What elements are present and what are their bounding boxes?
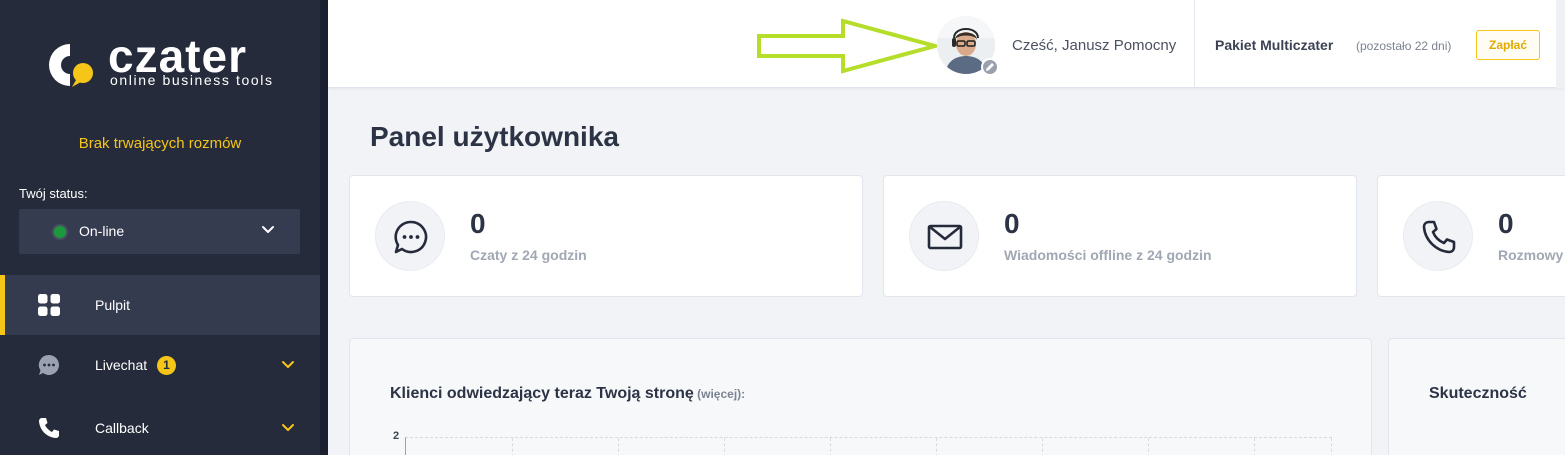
stat-icon-wrapper [375,201,445,271]
stat-icon-wrapper [909,201,979,271]
chart-gridline [512,438,513,455]
chat-bubble-icon [394,220,428,254]
sidebar-edge [320,0,328,455]
phone-icon [39,418,59,438]
stat-value: 0 [1004,208,1020,239]
chevron-down-icon [262,226,274,233]
czater-logo[interactable]: czater online business tools [42,30,292,90]
status-value: On-line [79,223,125,239]
chart-gridline [830,438,831,455]
sidebar-item-pulpit[interactable]: Pulpit [0,275,320,335]
status-dropdown[interactable]: On-line [19,209,300,254]
stat-card-calls: 0 Rozmowy [1377,175,1565,297]
visitors-panel-title: Klienci odwiedzający teraz Twoją stronę … [390,385,745,403]
user-greeting: Cześć, Janusz Pomocny [1012,37,1177,54]
page-title: Panel użytkownika [370,121,619,152]
stat-card-offline-messages: 0 Wiadomości offline z 24 godzin [883,175,1357,297]
status-label: Twój status: [19,186,88,201]
sidebar-item-label: Pulpit [95,297,131,313]
sidebar-item-livechat[interactable]: Livechat 1 [0,335,320,395]
chat-bubble-icon [38,354,59,375]
chart-gridline [618,438,619,455]
stat-label: Rozmowy [1498,247,1564,263]
stat-value: 0 [1498,208,1514,239]
sidebar-item-label: Livechat [95,357,148,373]
livechat-count-badge: 1 [157,356,176,375]
brand-tagline: online business tools [110,72,274,88]
divider [1194,0,1195,88]
stat-card-chats: 0 Czaty z 24 godzin [349,175,863,297]
dashboard-grid-icon [38,294,60,316]
stat-icon-wrapper [1403,201,1473,271]
effectiveness-panel-title: Skuteczność [1429,385,1527,402]
edit-avatar-button[interactable] [981,58,999,76]
chevron-down-icon [282,361,294,368]
online-status-dot [54,226,66,238]
scrollbar[interactable] [1556,0,1565,88]
stat-label: Czaty z 24 godzin [470,247,587,263]
chart-y-axis-tick: 2 [393,430,400,442]
czater-logo-icon [49,44,93,87]
stat-label: Wiadomości offline z 24 godzin [1004,247,1212,263]
sidebar-item-callback[interactable]: Callback [0,398,320,455]
chart-gridline [1148,438,1149,455]
package-name: Pakiet Multiczater [1215,37,1334,53]
stat-value: 0 [470,208,486,239]
pay-button[interactable]: Zapłać [1476,30,1540,60]
chart-gridline [724,438,725,455]
effectiveness-panel: Skuteczność [1388,338,1565,455]
phone-icon [1422,220,1456,254]
chart-gridline [936,438,937,455]
no-active-chats-notice: Brak trwających rozmów [78,135,242,152]
arrow-annotation-icon [757,18,939,74]
sidebar-item-label: Callback [95,420,149,436]
more-link[interactable]: więcej [701,387,737,401]
pencil-icon [986,63,994,71]
visitors-chart [405,437,1332,455]
chart-gridline [1331,438,1332,455]
visitors-title-text: Klienci odwiedzający teraz Twoją stronę [390,385,694,402]
envelope-icon [927,224,963,250]
chart-gridline [1042,438,1043,455]
sidebar: czater online business tools Brak trwają… [0,0,328,455]
more-link-close: ): [737,387,746,401]
chart-gridline [1254,438,1255,455]
chevron-down-icon [282,424,294,431]
package-remaining-days: (pozostało 22 dni) [1356,39,1452,53]
